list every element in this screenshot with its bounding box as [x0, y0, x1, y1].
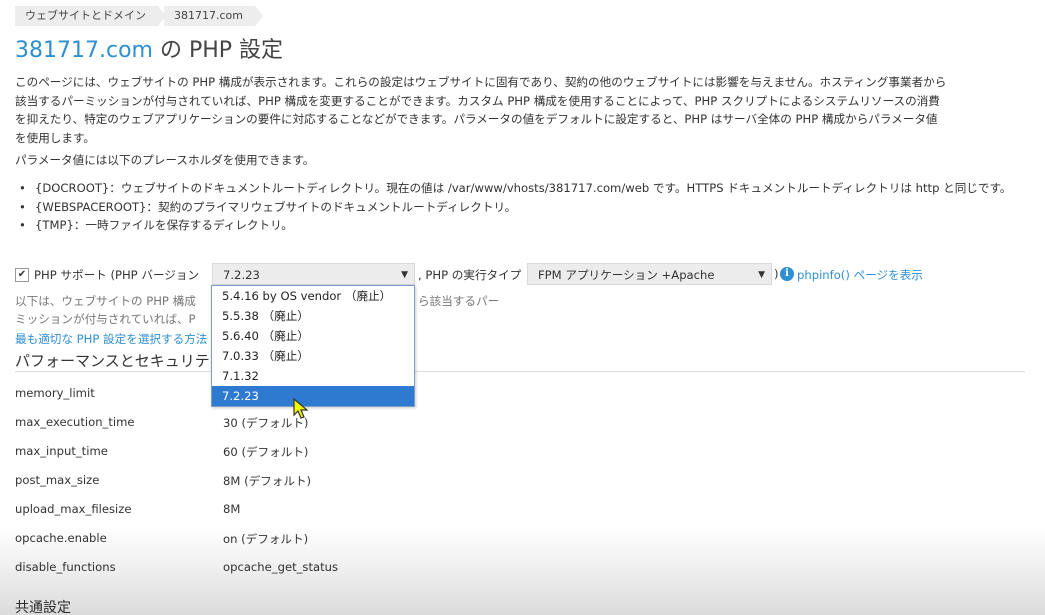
setting-row: disable_functions opcache_get_status [15, 560, 715, 580]
breadcrumb-websites-domains[interactable]: ウェブサイトとドメイン [15, 6, 166, 26]
php-version-value: 7.2.23 [223, 268, 260, 282]
intro-line: を使用します。 [15, 130, 95, 145]
php-version-option[interactable]: 5.4.16 by OS vendor （廃止） [212, 286, 414, 306]
php-version-option-selected[interactable]: 7.2.23 [212, 386, 414, 406]
breadcrumb-domain[interactable]: 381717.com [164, 6, 263, 26]
php-description-line: ら該当するパー [418, 294, 500, 308]
setting-row: upload_max_filesize 8M [15, 502, 715, 522]
php-version-option[interactable]: 5.6.40 （廃止） [212, 326, 414, 346]
placeholder-item-tmp: {TMP}：一時ファイルを保存するディレクトリ。 [15, 216, 1030, 235]
setting-row: opcache.enable on (デフォルト) [15, 531, 715, 551]
best-php-settings-link[interactable]: 最も適切な PHP 設定を選択する方法 [15, 331, 211, 347]
chevron-down-icon: ▼ [758, 270, 765, 280]
closing-paren: ) [774, 267, 779, 281]
placeholder-list: {DOCROOT}：ウェブサイトのドキュメントルートディレクトリ。現在の値は /… [15, 179, 1030, 235]
placeholder-item-docroot: {DOCROOT}：ウェブサイトのドキュメントルートディレクトリ。現在の値は /… [15, 179, 1030, 198]
intro-line: このページには、ウェブサイトの PHP 構成が表示されます。これらの設定はウェブ… [15, 75, 947, 89]
setting-key: opcache.enable [15, 531, 107, 545]
php-description-line: 以下は、ウェブサイトの PHP 構成 [15, 294, 196, 308]
php-description-line: ミッションが付与されていれば、P [15, 312, 196, 326]
php-version-option[interactable]: 5.5.38 （廃止） [212, 306, 414, 326]
php-settings-page: ウェブサイトとドメイン 381717.com 381717.com の PHP … [0, 0, 1045, 615]
phpinfo-link[interactable]: phpinfo() ページを表示 [797, 267, 923, 283]
chevron-down-icon: ▼ [401, 270, 408, 280]
setting-row: post_max_size 8M (デフォルト) [15, 473, 715, 493]
intro-line: を抑えたり、特定のウェブアプリケーションの要件に対応することなどができます。パラ… [15, 112, 938, 126]
page-title-domain: 381717.com [15, 38, 153, 63]
php-version-dropdown: 5.4.16 by OS vendor （廃止） 5.5.38 （廃止） 5.6… [211, 285, 415, 407]
php-exec-type-select[interactable]: FPM アプリケーション +Apache ▼ [527, 263, 772, 285]
mouse-cursor-icon [293, 398, 309, 419]
setting-value[interactable]: 8M [223, 502, 240, 516]
section-divider [15, 371, 1025, 372]
setting-key: max_execution_time [15, 415, 135, 429]
setting-key: disable_functions [15, 560, 116, 574]
php-support-label: PHP サポート (PHP バージョン [34, 268, 200, 282]
setting-key: post_max_size [15, 473, 100, 487]
info-icon: i [780, 267, 794, 281]
setting-row: max_input_time 60 (デフォルト) [15, 444, 715, 464]
setting-key: max_input_time [15, 444, 108, 458]
php-support-checkbox[interactable]: ✔ [15, 268, 29, 282]
php-support-row: ✔ PHP サポート (PHP バージョン 7.2.23 ▼ , PHP の実行… [15, 263, 1035, 287]
setting-value[interactable]: 8M (デフォルト) [223, 473, 311, 489]
intro-paragraph: このページには、ウェブサイトの PHP 構成が表示されます。これらの設定はウェブ… [15, 73, 1030, 147]
setting-value[interactable]: opcache_get_status [223, 560, 338, 574]
setting-key: upload_max_filesize [15, 502, 132, 516]
setting-key: memory_limit [15, 386, 95, 400]
php-version-option[interactable]: 7.0.33 （廃止） [212, 346, 414, 366]
section-title-common: 共通設定 [15, 600, 71, 615]
setting-value[interactable]: 60 (デフォルト) [223, 444, 308, 460]
php-exec-type-value: FPM アプリケーション +Apache [538, 268, 715, 282]
intro-line: 該当するパーミッションが付与されていれば、PHP 構成を変更することができます。… [15, 93, 940, 108]
setting-value[interactable]: on (デフォルト) [223, 531, 308, 547]
section-title-performance: パフォーマンスとセキュリティ [15, 352, 211, 370]
placeholder-intro: パラメータ値には以下のプレースホルダを使用できます。 [15, 153, 315, 167]
placeholder-item-webspaceroot: {WEBSPACEROOT}：契約のプライマリウェブサイトのドキュメントルートデ… [15, 198, 1030, 217]
page-title-text: の PHP 設定 [152, 38, 284, 63]
php-exec-type-label: , PHP の実行タイプ [418, 268, 522, 282]
php-version-select[interactable]: 7.2.23 ▼ [212, 263, 415, 285]
php-version-option[interactable]: 7.1.32 [212, 366, 414, 386]
setting-row: max_execution_time 30 (デフォルト) [15, 415, 715, 435]
page-title: 381717.com の PHP 設定 [15, 32, 283, 64]
breadcrumb: ウェブサイトとドメイン 381717.com [15, 6, 263, 26]
